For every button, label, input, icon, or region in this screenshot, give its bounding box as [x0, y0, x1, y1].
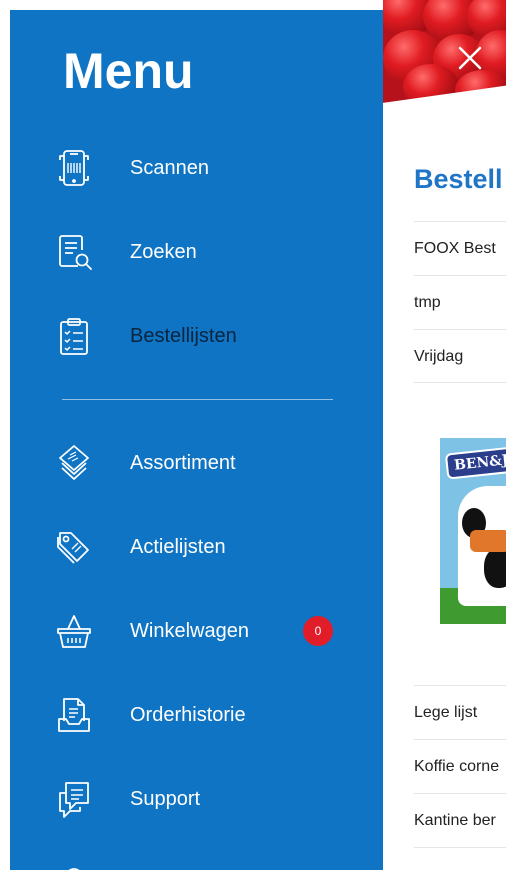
menu-item-label: Support — [130, 788, 201, 810]
order-list-label: Kantine ber — [414, 812, 496, 829]
order-list-item[interactable]: FOOX Best — [414, 221, 506, 275]
support-chat-icon — [54, 779, 94, 819]
menu-item-support[interactable]: Support — [10, 769, 383, 829]
menu-item-zoeken[interactable]: Zoeken — [10, 222, 383, 282]
order-history-document-icon — [54, 695, 94, 735]
menu-item-label: Actielijsten — [130, 536, 226, 558]
menu-item-actielijsten[interactable]: Actielijsten — [10, 517, 383, 577]
order-list-item[interactable]: Vrijdag — [414, 329, 506, 383]
page-title: Bestell — [414, 164, 503, 194]
menu-item-orderhistorie[interactable]: Orderhistorie — [10, 685, 383, 745]
order-list-item[interactable]: Lege lijst — [414, 685, 506, 739]
order-list-label: FOOX Best — [414, 240, 496, 257]
cart-count-badge: 0 — [303, 616, 333, 646]
close-icon[interactable] — [452, 40, 488, 76]
clipboard-checklist-icon — [54, 316, 94, 356]
layers-stack-icon — [54, 443, 94, 483]
price-tags-icon — [54, 527, 94, 567]
shopping-basket-icon — [54, 611, 94, 651]
menu-item-more[interactable] — [10, 853, 383, 870]
promo-logo: BEN&J — [444, 446, 506, 480]
barcode-scanner-phone-icon — [54, 148, 94, 188]
order-list-item[interactable]: tmp — [414, 275, 506, 329]
order-list-label: Lege lijst — [414, 704, 478, 721]
order-list-item[interactable]: Kantine ber — [414, 793, 506, 847]
menu-item-label: Orderhistorie — [130, 704, 246, 726]
menu-title: Menu — [63, 43, 194, 99]
side-menu-drawer: Menu Scannen Zoeken Bestellijsten Assort… — [10, 10, 383, 870]
menu-item-label: Assortiment — [130, 452, 236, 474]
document-search-icon — [54, 232, 94, 272]
promo-banner-image[interactable]: BEN&J — [440, 438, 506, 624]
order-list-item[interactable] — [414, 847, 506, 870]
order-list-label: tmp — [414, 294, 441, 311]
menu-item-bestellijsten[interactable]: Bestellijsten — [10, 306, 383, 366]
menu-divider — [62, 399, 333, 400]
order-list-item[interactable]: Koffie corne — [414, 739, 506, 793]
menu-item-scannen[interactable]: Scannen — [10, 138, 383, 198]
order-list-label: Vrijdag — [414, 348, 464, 365]
menu-item-label: Zoeken — [130, 241, 197, 263]
menu-item-winkelwagen[interactable]: Winkelwagen 0 — [10, 601, 383, 661]
menu-item-label: Winkelwagen — [130, 620, 249, 642]
menu-item-label: Scannen — [130, 157, 209, 179]
menu-item-label: Bestellijsten — [130, 325, 237, 347]
menu-item-assortiment[interactable]: Assortiment — [10, 433, 383, 493]
location-pin-icon — [54, 863, 94, 870]
order-list-label: Koffie corne — [414, 758, 500, 775]
